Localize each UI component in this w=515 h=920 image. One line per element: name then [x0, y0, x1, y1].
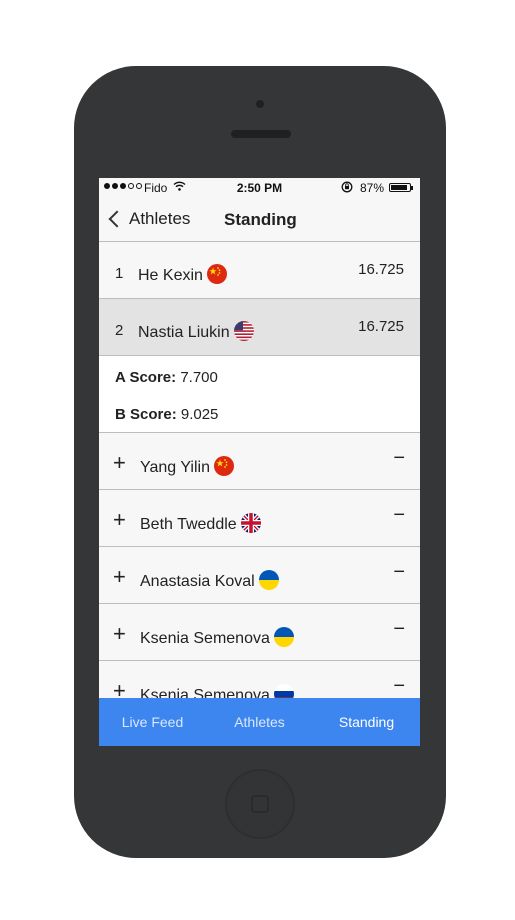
home-square-icon — [251, 795, 269, 813]
tab-bar: Live Feed Athletes Standing — [99, 698, 420, 746]
athlete-row[interactable]: + Ksenia Semenova − — [99, 604, 420, 661]
athlete-row[interactable]: + Beth Tweddle − — [99, 490, 420, 547]
athlete-name-row: Yang Yilin — [140, 456, 234, 477]
a-score-value: 7.700 — [180, 369, 218, 386]
back-button[interactable]: Athletes — [107, 209, 190, 229]
china-flag-icon — [213, 456, 234, 476]
rotation-lock-icon — [341, 181, 353, 196]
standings-list[interactable]: 1 He Kexin 16.725 2 Nastia Liukin 16.725… — [99, 242, 420, 698]
china-flag-icon — [206, 264, 227, 284]
expand-plus-icon[interactable]: + — [113, 507, 126, 533]
tab-standing[interactable]: Standing — [313, 698, 420, 746]
total-score: 16.725 — [358, 261, 404, 278]
battery-percent: 87% — [360, 181, 385, 195]
battery-icon — [389, 183, 411, 192]
athlete-row[interactable]: + Ksenia Semenova − — [99, 661, 420, 698]
athlete-name-row: Beth Tweddle — [140, 513, 261, 534]
uk-flag-icon — [240, 513, 261, 533]
tab-live-feed[interactable]: Live Feed — [99, 698, 206, 746]
tab-athletes[interactable]: Athletes — [206, 698, 313, 746]
b-score-line: B Score: 9.025 — [115, 406, 218, 423]
chevron-left-icon — [108, 210, 126, 228]
app-screen: Fido 2:50 PM 87% Athletes Standing 1 He … — [99, 178, 420, 746]
athlete-row[interactable]: + Yang Yilin − — [99, 433, 420, 490]
athlete-name: He Kexin — [138, 267, 203, 284]
b-score-label: B Score: — [115, 406, 177, 423]
athlete-name: Ksenia Semenova — [140, 630, 270, 647]
earpiece-speaker — [231, 130, 291, 138]
expand-plus-icon[interactable]: + — [113, 621, 126, 647]
russia-flag-icon — [273, 684, 294, 698]
athlete-name: Nastia Liukin — [138, 324, 230, 341]
expand-plus-icon[interactable]: + — [113, 450, 126, 476]
collapse-minus-icon[interactable]: − — [393, 675, 405, 698]
standing-row[interactable]: 1 He Kexin 16.725 — [99, 242, 420, 299]
standing-row-selected[interactable]: 2 Nastia Liukin 16.725 — [99, 299, 420, 356]
athlete-name: Beth Tweddle — [140, 516, 237, 533]
total-score: 16.725 — [358, 318, 404, 335]
athlete-row[interactable]: + Anastasia Koval − — [99, 547, 420, 604]
status-bar: Fido 2:50 PM 87% — [99, 178, 420, 198]
page-title: Standing — [224, 210, 297, 229]
ukraine-flag-icon — [273, 627, 294, 647]
expand-plus-icon[interactable]: + — [113, 564, 126, 590]
battery-tip — [411, 186, 413, 190]
expand-plus-icon[interactable]: + — [113, 678, 126, 698]
athlete-name: Anastasia Koval — [140, 573, 255, 590]
athlete-name: Yang Yilin — [140, 459, 210, 476]
athlete-name-row: Ksenia Semenova — [140, 627, 294, 648]
home-button[interactable] — [225, 769, 295, 839]
ukraine-flag-icon — [258, 570, 279, 590]
navigation-bar: Athletes Standing — [99, 198, 420, 242]
collapse-minus-icon[interactable]: − — [393, 618, 405, 641]
rank-number: 1 — [115, 265, 124, 282]
front-camera — [256, 100, 264, 108]
athlete-name-row: Nastia Liukin — [138, 321, 254, 342]
back-button-label: Athletes — [129, 209, 191, 228]
a-score-line: A Score: 7.700 — [115, 369, 218, 386]
athlete-name-row: Ksenia Semenova — [140, 684, 294, 698]
a-score-label: A Score: — [115, 369, 177, 386]
athlete-name-row: Anastasia Koval — [140, 570, 279, 591]
collapse-minus-icon[interactable]: − — [393, 561, 405, 584]
athlete-name: Ksenia Semenova — [140, 687, 270, 698]
score-details: A Score: 7.700 B Score: 9.025 — [99, 356, 420, 433]
usa-flag-icon — [233, 321, 254, 341]
collapse-minus-icon[interactable]: − — [393, 504, 405, 527]
rank-number: 2 — [115, 322, 124, 339]
athlete-name-row: He Kexin — [138, 264, 227, 285]
b-score-value: 9.025 — [180, 406, 219, 423]
collapse-minus-icon[interactable]: − — [393, 447, 405, 470]
